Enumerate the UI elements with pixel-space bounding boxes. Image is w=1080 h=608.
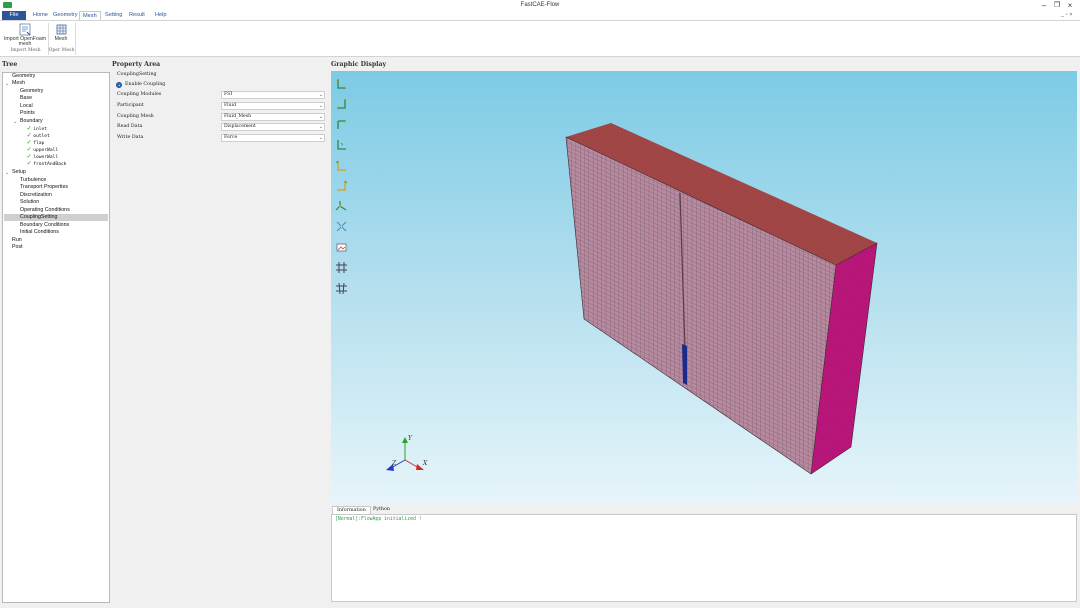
group-oper-mesh: Oper Mesh	[48, 48, 75, 53]
group-import-mesh: Import Mesh	[10, 48, 41, 53]
enable-coupling-radio[interactable]	[116, 82, 122, 88]
tab-geometry[interactable]: Geometry	[50, 11, 81, 20]
view-xplus-icon[interactable]	[335, 77, 348, 90]
tree-item-solution[interactable]: Solution	[20, 199, 39, 206]
mesh-display-icon[interactable]	[335, 261, 348, 274]
tree-item-boundary-conditions[interactable]: Boundary Conditions	[20, 222, 69, 229]
property-title: Property Area	[112, 61, 161, 68]
import-mesh-icon	[19, 23, 31, 36]
check-icon: ✓	[27, 159, 32, 167]
fit-view-icon[interactable]	[335, 220, 348, 233]
chevron-down-icon: ⌄	[318, 114, 323, 120]
chevron-down-icon: ⌄	[318, 92, 323, 98]
tree-item-mesh[interactable]: Mesh	[12, 80, 25, 87]
tree-item-setup[interactable]: Setup	[12, 169, 26, 176]
tab-result[interactable]: Result	[126, 11, 148, 20]
tree-item-points[interactable]: Points	[20, 110, 35, 117]
property-section-title: CouplingSetting	[117, 72, 157, 77]
prop-label-read-data: Read Data	[117, 124, 143, 129]
tree-item-run[interactable]: Run	[12, 237, 22, 244]
console-message: [Normal]:FlowApp initialized !	[335, 517, 422, 522]
tab-home[interactable]: Home	[30, 11, 51, 20]
participant-select[interactable]: Fluid ⌄	[221, 102, 325, 110]
tab-mesh[interactable]: Mesh	[79, 11, 101, 20]
axis-label-x: X	[422, 460, 428, 467]
chevron-down-icon: ⌄	[318, 103, 323, 109]
ribbon-separator	[75, 23, 76, 55]
mesh-button[interactable]: Mesh	[52, 23, 70, 42]
graphics-title: Graphic Display	[331, 61, 387, 68]
restore-icon[interactable]: ❐	[1051, 1, 1063, 10]
collapse-icon[interactable]: ⌄	[5, 81, 9, 87]
tree-title: Tree	[2, 61, 18, 68]
tree-item-boundary[interactable]: Boundary	[20, 118, 43, 125]
view-zplus-icon[interactable]	[335, 159, 348, 172]
prop-label-participant: Participant	[117, 103, 144, 108]
information-console[interactable]: [Normal]:FlowApp initialized !	[331, 514, 1077, 602]
enable-coupling-label: Enable Coupling	[125, 82, 166, 87]
view-yplus-icon[interactable]	[335, 118, 348, 131]
screenshot-icon[interactable]	[335, 241, 348, 254]
coupling-modules-select[interactable]: FSI ⌄	[221, 91, 325, 99]
axis-label-z: Z	[391, 460, 397, 467]
window-title: FastCAE-Flow	[520, 2, 560, 8]
collapse-icon[interactable]: ⌄	[5, 170, 9, 176]
view-iso-icon[interactable]	[335, 199, 348, 212]
wireframe-display-icon[interactable]	[335, 282, 348, 295]
tab-setting[interactable]: Setting	[102, 11, 125, 20]
tree-item-base[interactable]: Base	[20, 95, 32, 102]
prop-label-coupling-modules: Coupling Modules	[117, 92, 162, 97]
tree-item-initial-conditions[interactable]: Initial Conditions	[20, 229, 59, 236]
tab-help[interactable]: Help	[152, 11, 170, 20]
tree-panel: Geometry ⌄ Mesh Geometry Base Local Poin…	[2, 72, 110, 603]
tree-item-frontandback[interactable]: ✓ frontAndBack	[27, 159, 66, 168]
view-xminus-icon[interactable]	[335, 97, 348, 110]
view-zminus-icon[interactable]	[335, 179, 348, 192]
import-openfoam-button[interactable]: Import OpenFoam mesh	[3, 23, 47, 48]
tree-item-local[interactable]: Local	[20, 103, 33, 110]
title-bar: FastCAE-Flow – ❐ ×	[0, 0, 1080, 11]
minimize-icon[interactable]: –	[1038, 1, 1050, 10]
tree-item-geometry[interactable]: Geometry	[12, 73, 35, 80]
axis-label-y: Y	[408, 435, 413, 442]
tree-item-operating-conditions[interactable]: Operating Conditions	[20, 207, 70, 214]
ribbon-minimize-icon[interactable]: _ ▫ ×	[1058, 11, 1075, 20]
ribbon: Import OpenFoam mesh Mesh Import Mesh Op…	[0, 20, 1080, 57]
chevron-down-icon: ⌄	[318, 135, 323, 141]
tree-item-transport-properties[interactable]: Transport Properties	[20, 184, 68, 191]
graphics-canvas: Y X Z	[386, 123, 878, 475]
tree-item-discretization[interactable]: Discretization	[20, 192, 52, 199]
mesh-model[interactable]	[565, 123, 878, 475]
ribbon-tabs: File Home Geometry Mesh Setting Result H…	[0, 11, 1080, 20]
mesh-icon	[56, 24, 66, 35]
tab-python[interactable]: Python	[369, 506, 394, 514]
chevron-down-icon: ⌄	[318, 124, 323, 130]
axis-triad: Y X Z	[386, 435, 428, 471]
coupling-mesh-select[interactable]: Fluid_Mesh ⌄	[221, 113, 325, 121]
tree-item-turbulence[interactable]: Turbulence	[20, 177, 46, 184]
tree-item-lowerwall[interactable]: ✓ lowerWall	[27, 153, 58, 161]
tab-file[interactable]: File	[2, 11, 26, 20]
read-data-select[interactable]: Displacement ⌄	[221, 123, 325, 131]
collapse-icon[interactable]: ⌄	[13, 119, 17, 125]
graphic-display-viewport[interactable]: Y X Z	[331, 71, 1077, 504]
tree-item-upperwall[interactable]: ✓ upperWall	[27, 146, 58, 154]
tree-item-couplingsetting[interactable]: CouplingSetting	[4, 214, 108, 221]
write-data-select[interactable]: Force ⌄	[221, 134, 325, 142]
close-icon[interactable]: ×	[1064, 1, 1076, 10]
tree-item-mesh-geometry[interactable]: Geometry	[20, 88, 43, 95]
view-yminus-icon[interactable]	[335, 138, 348, 151]
tree-item-post[interactable]: Post	[12, 244, 23, 251]
prop-label-coupling-mesh: Coupling Mesh	[117, 114, 154, 119]
prop-label-write-data: Write Data	[117, 135, 144, 140]
